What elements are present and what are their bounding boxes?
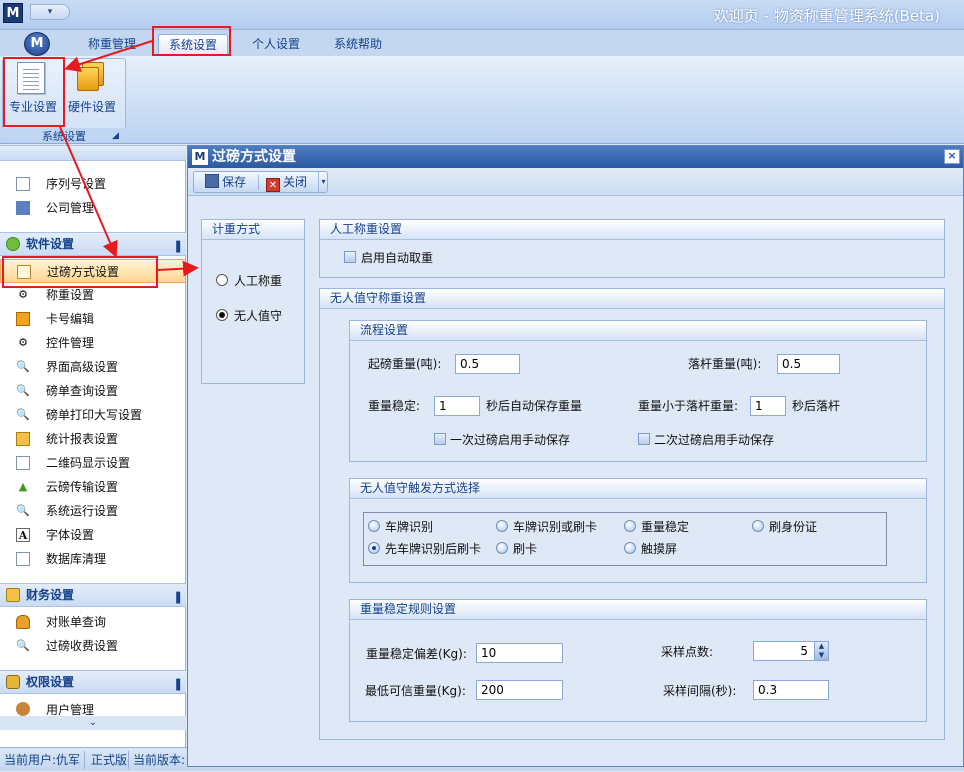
arrow-tab-to-button bbox=[64, 40, 153, 72]
arrow-sidebar-to-dialog bbox=[157, 260, 199, 277]
arrow-button-to-sidebar bbox=[59, 126, 118, 258]
annotation-arrows bbox=[59, 40, 199, 277]
